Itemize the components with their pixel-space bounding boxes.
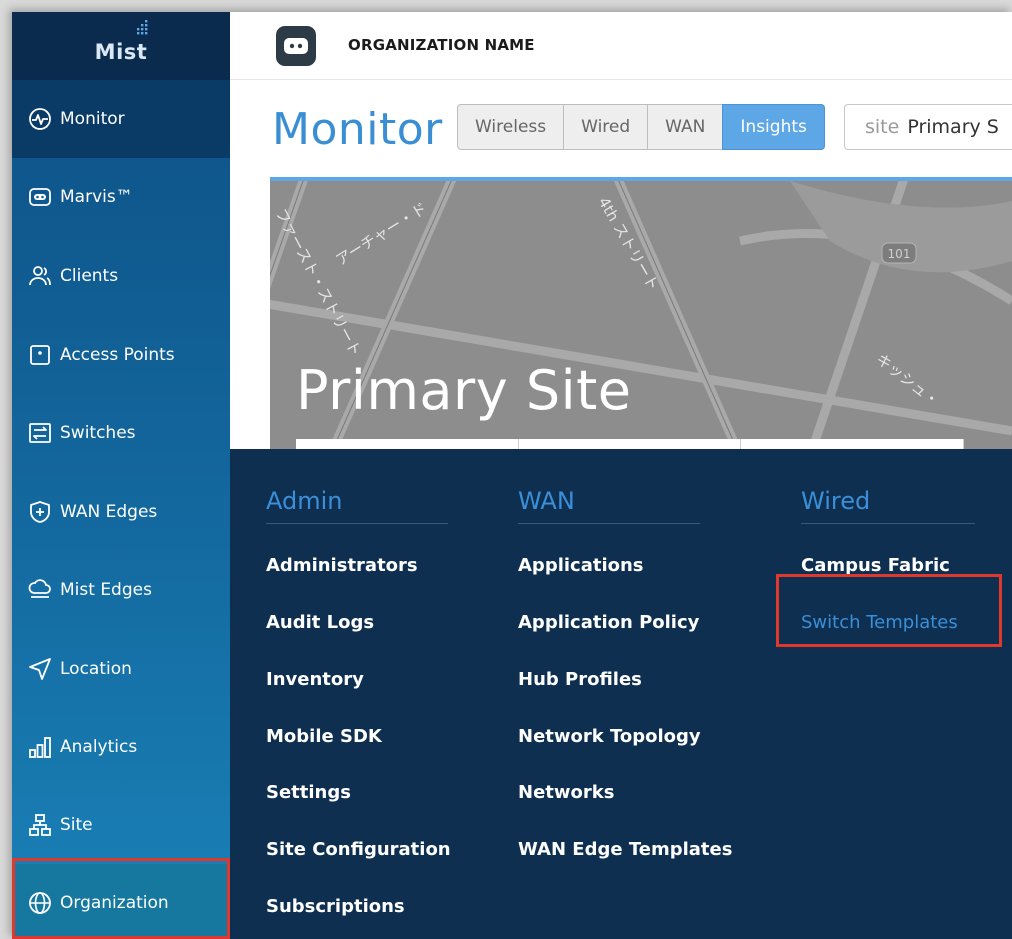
- sidebar-item-label: Site: [60, 815, 93, 835]
- menu-item-wan-edge-templates[interactable]: WAN Edge Templates: [518, 839, 732, 860]
- sidebar-item-label: Analytics: [60, 737, 138, 757]
- app-window: Mist Monitor Marvis™ Clients Access Poin: [12, 12, 1012, 939]
- menu-item-site-configuration[interactable]: Site Configuration: [266, 839, 451, 860]
- sidebar-item-wan-edges[interactable]: WAN Edges: [12, 473, 230, 551]
- sidebar-item-location[interactable]: Location: [12, 630, 230, 708]
- wan-edge-icon: [28, 500, 52, 524]
- sidebar-item-label: Access Points: [60, 345, 175, 365]
- menu-item-administrators[interactable]: Administrators: [266, 555, 418, 576]
- sidebar-item-monitor[interactable]: Monitor: [12, 80, 230, 158]
- menu-item-networks[interactable]: Networks: [518, 782, 614, 803]
- menu-item-mobile-sdk[interactable]: Mobile SDK: [266, 726, 382, 747]
- clients-icon: [28, 264, 52, 288]
- menu-item-application-policy[interactable]: Application Policy: [518, 612, 699, 633]
- sidebar-item-label: Marvis™: [60, 187, 133, 207]
- sidebar-item-access-points[interactable]: Access Points: [12, 316, 230, 394]
- sidebar-item-mist-edges[interactable]: Mist Edges: [12, 551, 230, 629]
- mist-edge-icon: [28, 578, 52, 602]
- logo-dots-icon: [137, 20, 148, 35]
- site-icon: [28, 813, 52, 837]
- globe-icon: [28, 891, 52, 915]
- mist-logo[interactable]: Mist: [12, 12, 230, 80]
- menu-item-inventory[interactable]: Inventory: [266, 669, 364, 690]
- sidebar-item-label: Monitor: [60, 109, 125, 129]
- site-map[interactable]: 101 ファースト・ストリート アーチャー・ド 4th ストリート キッシュ・ …: [270, 177, 1012, 452]
- org-avatar[interactable]: [276, 26, 316, 66]
- sidebar-item-marvis[interactable]: Marvis™: [12, 158, 230, 236]
- monitor-tabs: Wireless Wired WAN Insights: [457, 104, 825, 150]
- menu-heading-wired: Wired: [801, 487, 975, 524]
- logo-text: Mist: [94, 40, 148, 64]
- analytics-icon: [28, 735, 52, 759]
- sidebar-item-label: Mist Edges: [60, 580, 152, 600]
- map-site-name: Primary Site: [296, 359, 632, 422]
- menu-item-subscriptions[interactable]: Subscriptions: [266, 896, 405, 917]
- menu-item-hub-profiles[interactable]: Hub Profiles: [518, 669, 642, 690]
- menu-item-applications[interactable]: Applications: [518, 555, 644, 576]
- sidebar: Mist Monitor Marvis™ Clients Access Poin: [12, 12, 230, 939]
- site-selector[interactable]: site Primary S: [844, 104, 1012, 150]
- sidebar-item-label: Clients: [60, 266, 119, 286]
- page-title: Monitor: [272, 104, 443, 155]
- sidebar-item-analytics[interactable]: Analytics: [12, 708, 230, 786]
- sidebar-item-label: Location: [60, 659, 132, 679]
- site-selector-label: site: [865, 116, 900, 138]
- switch-icon: [28, 421, 52, 445]
- tab-insights[interactable]: Insights: [722, 104, 825, 150]
- menu-heading-wan: WAN: [518, 487, 700, 524]
- top-bar: ORGANIZATION NAME: [230, 12, 1012, 80]
- access-point-icon: [28, 343, 52, 367]
- sidebar-item-switches[interactable]: Switches: [12, 394, 230, 472]
- location-icon: [28, 657, 52, 681]
- sidebar-item-label: Switches: [60, 423, 136, 443]
- menu-item-settings[interactable]: Settings: [266, 782, 351, 803]
- map-label-101: 101: [888, 247, 911, 261]
- org-name[interactable]: ORGANIZATION NAME: [348, 36, 535, 54]
- menu-item-network-topology[interactable]: Network Topology: [518, 726, 701, 747]
- tab-wan[interactable]: WAN: [647, 104, 724, 150]
- sidebar-item-organization[interactable]: Organization: [12, 864, 230, 939]
- marvis-icon: [28, 185, 52, 209]
- org-robot-icon: [284, 38, 308, 54]
- sidebar-item-label: Organization: [60, 893, 169, 913]
- menu-item-campus-fabric[interactable]: Campus Fabric: [801, 555, 950, 576]
- menu-heading-admin: Admin: [266, 487, 448, 524]
- tab-wireless[interactable]: Wireless: [457, 104, 565, 150]
- sidebar-item-site[interactable]: Site: [12, 786, 230, 864]
- organization-menu: Admin Administrators Audit Logs Inventor…: [230, 449, 1012, 939]
- monitor-pulse-icon: [28, 107, 52, 131]
- tab-wired[interactable]: Wired: [563, 104, 649, 150]
- sidebar-item-clients[interactable]: Clients: [12, 237, 230, 315]
- menu-item-switch-templates[interactable]: Switch Templates: [801, 612, 958, 633]
- menu-item-audit-logs[interactable]: Audit Logs: [266, 612, 374, 633]
- sidebar-item-label: WAN Edges: [60, 502, 158, 522]
- site-selector-value: Primary S: [907, 116, 999, 138]
